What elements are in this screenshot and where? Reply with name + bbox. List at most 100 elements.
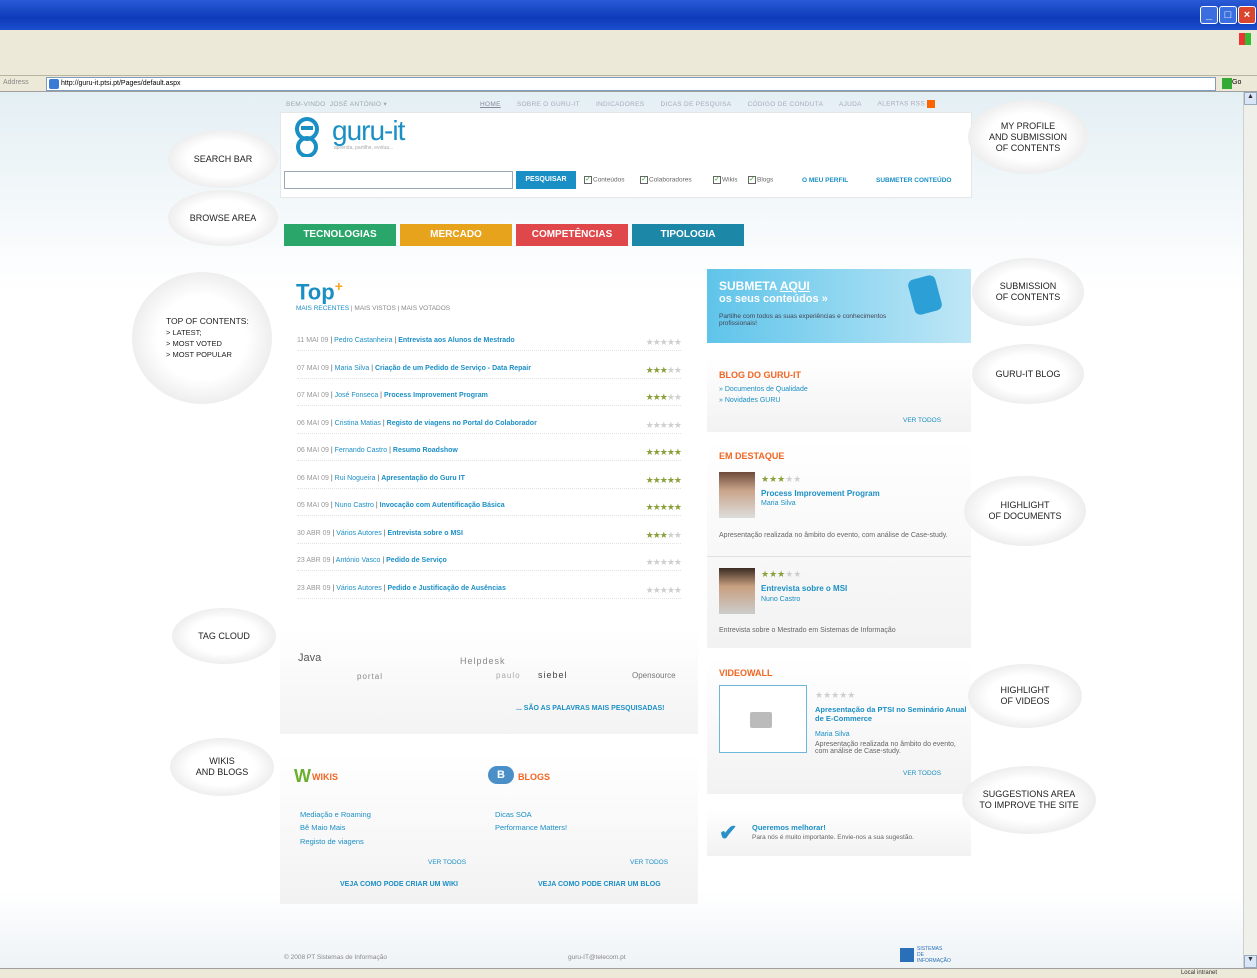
rating-stars[interactable]: ★★★★★	[646, 557, 682, 568]
videowall-see-all[interactable]: VER TODOS	[903, 770, 941, 777]
list-item[interactable]: 23 ABR 09 | António Vasco | Pedido de Se…	[297, 557, 682, 571]
wiki-item[interactable]: Mediação e Roaming	[300, 810, 371, 819]
wiki-item[interactable]: Registo de viagens	[300, 837, 364, 846]
rating-stars[interactable]: ★★★★★	[646, 502, 682, 513]
search-button[interactable]: PESQUISAR	[516, 171, 576, 189]
row-title[interactable]: Pedido e Justificação de Ausências	[387, 585, 505, 592]
checkbox-checked-icon[interactable]: ✓	[584, 176, 592, 184]
row-title[interactable]: Registo de viagens no Portal do Colabora…	[387, 420, 537, 427]
tag-paulo[interactable]: paulo	[496, 671, 521, 680]
create-blog-link[interactable]: VEJA COMO PODE CRIAR UM BLOG	[538, 881, 661, 888]
row-author[interactable]: José Fonseca	[335, 392, 379, 399]
row-author[interactable]: Pedro Castanheira	[334, 337, 392, 344]
row-author[interactable]: Nuno Castro	[335, 502, 374, 509]
row-title[interactable]: Pedido de Serviço	[386, 557, 447, 564]
blog-item[interactable]: Performance Matters!	[495, 823, 567, 832]
category-competencias[interactable]: COMPETÊNCIAS	[516, 224, 628, 246]
list-item[interactable]: 06 MAI 09 | Fernando Castro | Resumo Roa…	[297, 447, 682, 461]
close-button[interactable]: ×	[1238, 6, 1256, 24]
highlight-author[interactable]: Maria Silva	[761, 500, 796, 507]
row-author[interactable]: Cristina Matias	[335, 420, 381, 427]
nav-indicators[interactable]: INDICADORES	[596, 101, 644, 108]
submit-here-link[interactable]: AQUI	[780, 279, 810, 293]
filter-blogs[interactable]: ✓ Blogs	[748, 176, 773, 184]
suggestions-box[interactable]	[707, 808, 971, 856]
checkbox-checked-icon[interactable]: ✓	[748, 176, 756, 184]
highlight-title[interactable]: Entrevista sobre o MSI	[761, 584, 847, 593]
vertical-scrollbar[interactable]: ▲ ▼	[1243, 92, 1257, 968]
suggest-title[interactable]: Queremos melhorar!	[752, 823, 826, 832]
row-author[interactable]: Vários Autores	[336, 585, 382, 592]
row-author[interactable]: Rui Nogueira	[335, 475, 376, 482]
filter-collaborators[interactable]: ✓ Colaboradores	[640, 176, 692, 184]
video-thumbnail[interactable]	[719, 685, 807, 753]
rating-stars[interactable]: ★★★★★	[646, 585, 682, 596]
url-input[interactable]: http://guru-it.ptsi.pt/Pages/default.asp…	[46, 77, 1216, 91]
my-profile-link[interactable]: O MEU PERFIL	[802, 177, 848, 184]
highlight-title[interactable]: Process Improvement Program	[761, 489, 880, 498]
highlight-author[interactable]: Nuno Castro	[761, 596, 800, 603]
row-author[interactable]: Maria Silva	[335, 365, 370, 372]
row-author[interactable]: António Vasco	[336, 557, 381, 564]
wiki-item[interactable]: Bê Maio Mais	[300, 823, 345, 832]
row-title[interactable]: Criação de um Pedido de Serviço - Data R…	[375, 365, 531, 372]
tag-portal[interactable]: portal	[357, 672, 383, 681]
tag-siebel[interactable]: siebel	[538, 670, 568, 680]
nav-conduct[interactable]: CÓDIGO DE CONDUTA	[747, 101, 823, 108]
tab-most-voted[interactable]: MAIS VOTADOS	[401, 305, 450, 312]
rating-stars[interactable]: ★★★★★	[646, 337, 682, 348]
rating-stars[interactable]: ★★★★★	[646, 420, 682, 431]
rating-stars[interactable]: ★★★★★	[646, 447, 682, 458]
submit-banner[interactable]: SUBMETA AQUI os seus conteúdos » Partilh…	[707, 269, 971, 343]
row-title[interactable]: Apresentação do Guru IT	[381, 475, 465, 482]
scroll-down-arrow-icon[interactable]: ▼	[1244, 955, 1257, 968]
row-title[interactable]: Resumo Roadshow	[393, 447, 458, 454]
list-item[interactable]: 11 MAI 09 | Pedro Castanheira | Entrevis…	[297, 337, 682, 351]
nav-search-tips[interactable]: DICAS DE PESQUISA	[661, 101, 732, 108]
rating-stars[interactable]: ★★★★★	[646, 365, 682, 376]
blog-guru-see-all[interactable]: VER TODOS	[903, 417, 941, 424]
checkbox-checked-icon[interactable]: ✓	[713, 176, 721, 184]
tag-cloud-link[interactable]: ... SÃO AS PALAVRAS MAIS PESQUISADAS!	[516, 705, 664, 712]
maximize-button[interactable]: □	[1219, 6, 1237, 24]
list-item[interactable]: 06 MAI 09 | Cristina Matias | Registo de…	[297, 420, 682, 434]
rating-stars[interactable]: ★★★★★	[646, 475, 682, 486]
row-title[interactable]: Entrevista aos Alunos de Mestrado	[398, 337, 514, 344]
list-item[interactable]: 05 MAI 09 | Nuno Castro | Invocação com …	[297, 502, 682, 516]
tag-java[interactable]: Java	[298, 652, 321, 664]
tab-recent[interactable]: MAIS RECENTES	[296, 305, 349, 312]
tab-most-viewed[interactable]: MAIS VISTOS	[354, 305, 395, 312]
nav-home[interactable]: HOME	[480, 101, 501, 108]
nav-about[interactable]: SOBRE O GURU-IT	[517, 101, 580, 108]
rating-stars[interactable]: ★★★★★	[646, 530, 682, 541]
scroll-up-arrow-icon[interactable]: ▲	[1244, 92, 1257, 105]
category-tipologia[interactable]: TIPOLOGIA	[632, 224, 744, 246]
row-author[interactable]: Vários Autores	[336, 530, 382, 537]
blog-item[interactable]: Dicas SOA	[495, 810, 532, 819]
submit-content-link[interactable]: SUBMETER CONTEÚDO	[876, 177, 951, 184]
go-button[interactable]: Go	[1232, 79, 1241, 86]
list-item[interactable]: 07 MAI 09 | Maria Silva | Criação de um …	[297, 365, 682, 379]
checkbox-checked-icon[interactable]: ✓	[640, 176, 648, 184]
rating-stars[interactable]: ★★★★★	[646, 392, 682, 403]
filter-contents[interactable]: ✓ Conteúdos	[584, 176, 624, 184]
filter-wikis[interactable]: ✓ Wikis	[713, 176, 738, 184]
footer-email[interactable]: guru-IT@telecom.pt	[568, 954, 626, 961]
row-title[interactable]: Entrevista sobre o MSI	[387, 530, 462, 537]
list-item[interactable]: 06 MAI 09 | Rui Nogueira | Apresentação …	[297, 475, 682, 489]
rss-icon[interactable]	[927, 100, 936, 108]
category-mercado[interactable]: MERCADO	[400, 224, 512, 246]
tag-helpdesk[interactable]: Helpdesk	[460, 656, 506, 666]
row-title[interactable]: Process Improvement Program	[384, 392, 488, 399]
search-input[interactable]	[284, 171, 513, 189]
blog-guru-item[interactable]: » Documentos de Qualidade	[719, 386, 808, 393]
video-title[interactable]: Apresentação da PTSI no Seminário Anual …	[815, 705, 967, 723]
nav-rss[interactable]: ALERTAS RSS	[878, 101, 926, 108]
list-item[interactable]: 30 ABR 09 | Vários Autores | Entrevista …	[297, 530, 682, 544]
row-title[interactable]: Invocação com Autentificação Básica	[380, 502, 505, 509]
tag-opensource[interactable]: Opensource	[632, 671, 676, 680]
user-name-link[interactable]: JOSÉ ANTÓNIO	[330, 101, 382, 108]
logo-text[interactable]: guru-it	[332, 115, 405, 147]
create-wiki-link[interactable]: VEJA COMO PODE CRIAR UM WIKI	[340, 881, 458, 888]
nav-help[interactable]: AJUDA	[839, 101, 862, 108]
